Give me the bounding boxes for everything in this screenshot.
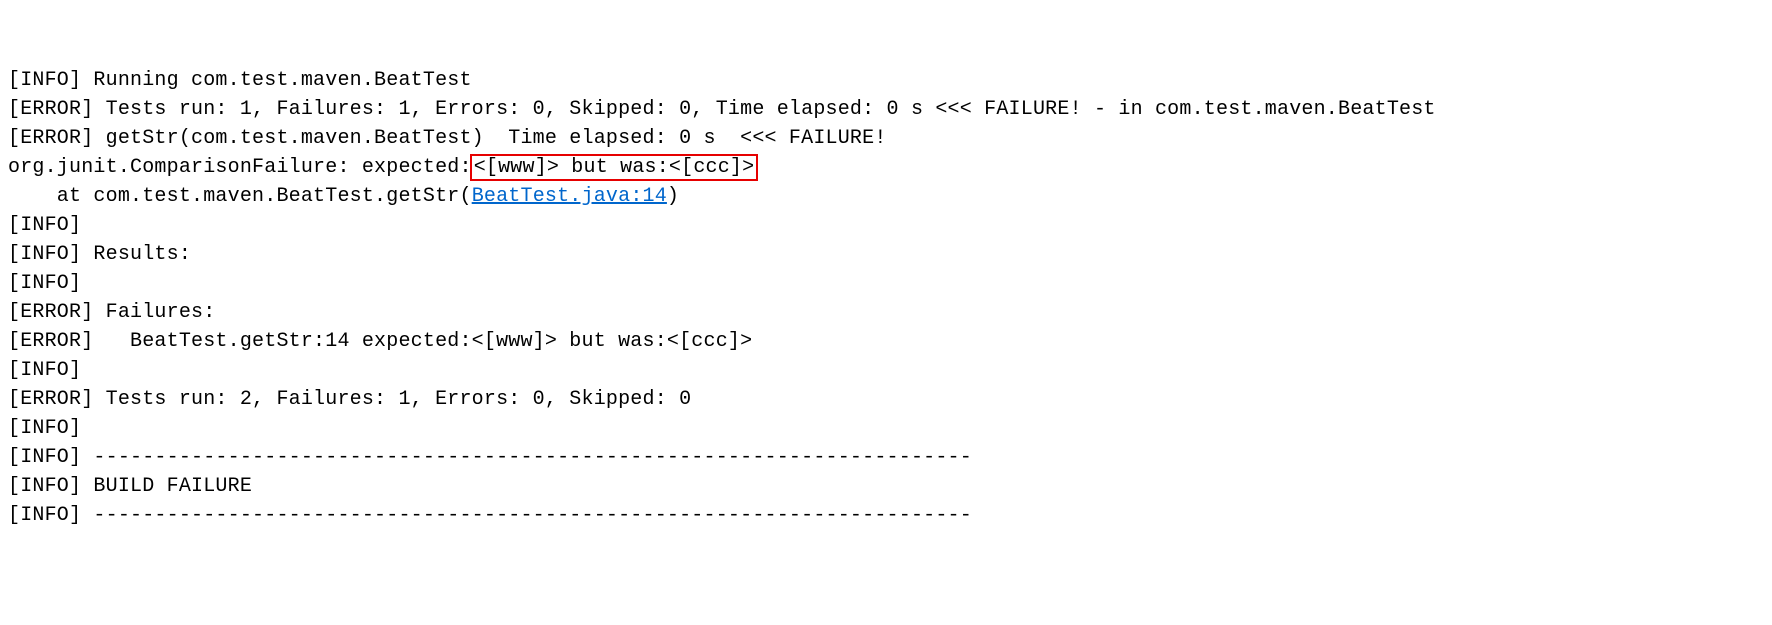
log-line: [ERROR] getStr(com.test.maven.BeatTest) … bbox=[8, 124, 1764, 153]
log-line: [INFO] ---------------------------------… bbox=[8, 443, 1764, 472]
log-line: [INFO] Results: bbox=[8, 240, 1764, 269]
log-line: [INFO] bbox=[8, 414, 1764, 443]
log-line: [INFO] bbox=[8, 269, 1764, 298]
log-line: [INFO] BUILD FAILURE bbox=[8, 472, 1764, 501]
log-line: [ERROR] Tests run: 1, Failures: 1, Error… bbox=[8, 95, 1764, 124]
log-line: [INFO] Running com.test.maven.BeatTest bbox=[8, 66, 1764, 95]
log-line: [ERROR] Failures: bbox=[8, 298, 1764, 327]
log-line: [INFO] bbox=[8, 356, 1764, 385]
log-line: at com.test.maven.BeatTest.getStr(BeatTe… bbox=[8, 182, 1764, 211]
log-line: [INFO] bbox=[8, 211, 1764, 240]
highlight-box: <[www]> but was:<[ccc]> bbox=[470, 154, 759, 181]
log-line: [ERROR] Tests run: 2, Failures: 1, Error… bbox=[8, 385, 1764, 414]
log-line: org.junit.ComparisonFailure: expected:<[… bbox=[8, 153, 1764, 182]
log-text: at com.test.maven.BeatTest.getStr( bbox=[8, 185, 472, 208]
log-line: [ERROR] BeatTest.getStr:14 expected:<[ww… bbox=[8, 327, 1764, 356]
log-line: [INFO] ---------------------------------… bbox=[8, 501, 1764, 530]
log-text: ) bbox=[667, 185, 679, 208]
source-link[interactable]: BeatTest.java:14 bbox=[472, 185, 667, 208]
log-text: org.junit.ComparisonFailure: expected: bbox=[8, 156, 472, 179]
